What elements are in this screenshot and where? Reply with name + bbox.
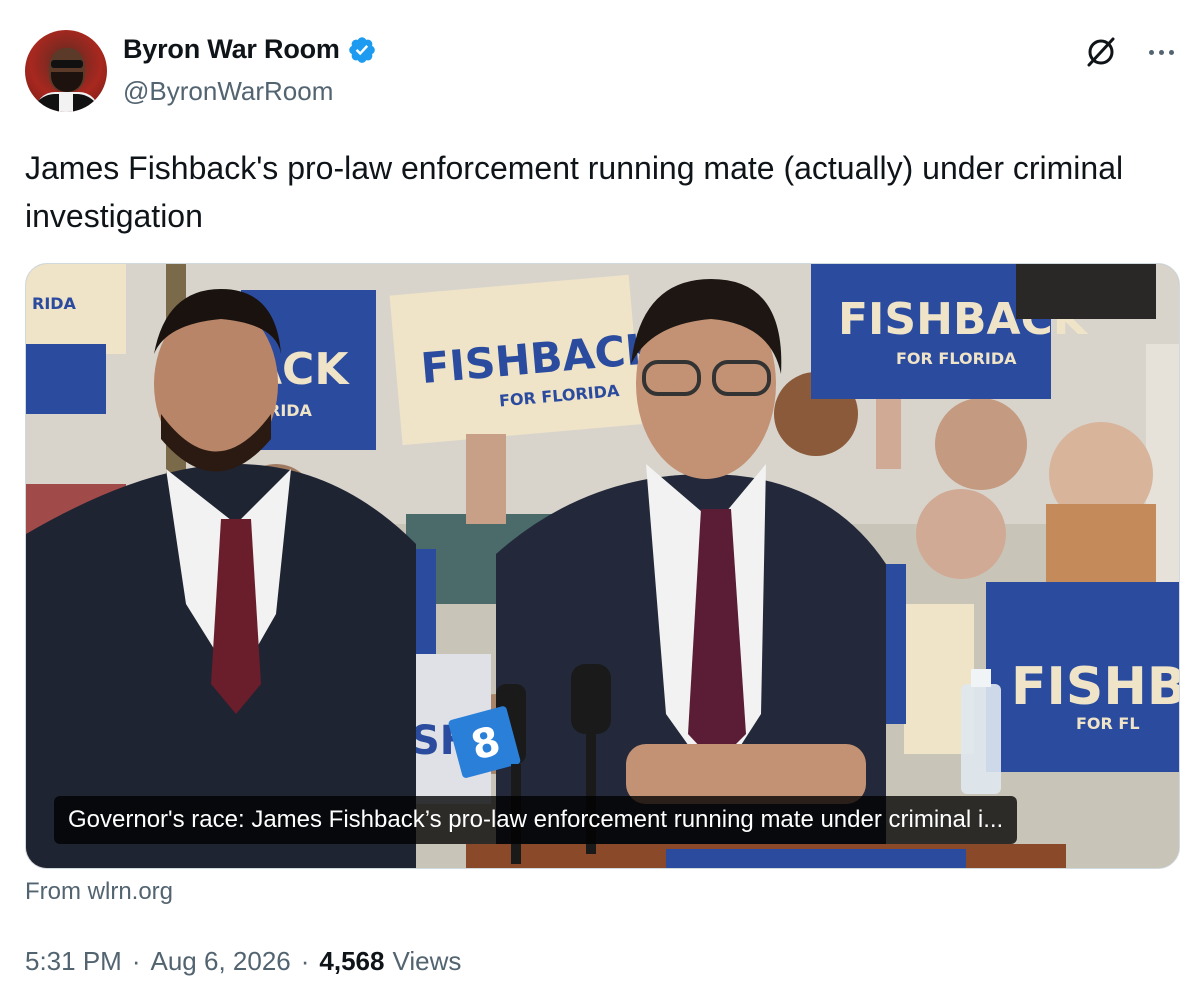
link-card[interactable]: RIDA ACK RIDA FISHBACK FOR FLORIDA FISHB… [25, 263, 1180, 869]
card-source[interactable]: From wlrn.org [25, 878, 173, 906]
card-caption: Governor's race: James Fishback’s pro-la… [54, 796, 1018, 844]
sign-for-florida-right: FOR FLORIDA [896, 349, 1017, 368]
avatar-sunglasses [51, 60, 83, 68]
card-photo: RIDA ACK RIDA FISHBACK FOR FLORIDA FISHB… [26, 264, 1180, 868]
avatar[interactable] [25, 30, 107, 112]
more-dot [1158, 49, 1164, 55]
views-count[interactable]: 4,568 [319, 946, 384, 977]
sign-partial-for-fl: FOR FL [1076, 714, 1140, 733]
tweet-meta: 5:31 PM · Aug 6, 2026 · 4,568 Views [25, 946, 461, 977]
author-handle[interactable]: @ByronWarRoom [123, 76, 333, 107]
tweet-text: James Fishback's pro-law enforcement run… [25, 150, 1124, 234]
tweet-date[interactable]: Aug 6, 2026 [151, 946, 291, 977]
more-icon[interactable] [1141, 34, 1181, 70]
tweet-time[interactable]: 5:31 PM [25, 946, 122, 977]
views-label: Views [392, 946, 462, 976]
author-display-name[interactable]: Byron War Room [123, 34, 340, 65]
grok-icon[interactable] [1083, 34, 1119, 70]
tweet-header: Byron War Room @ByronWarRoom [25, 30, 1185, 114]
sign-partial-rida: RIDA [32, 294, 77, 313]
meta-separator: · [300, 946, 310, 976]
more-dot [1148, 49, 1154, 55]
meta-separator: · [131, 946, 141, 976]
sign-partial-fishba: FISHBA [1011, 657, 1180, 717]
name-row: Byron War Room [123, 34, 377, 65]
more-dot [1168, 49, 1174, 55]
verified-badge-icon[interactable] [347, 35, 377, 65]
